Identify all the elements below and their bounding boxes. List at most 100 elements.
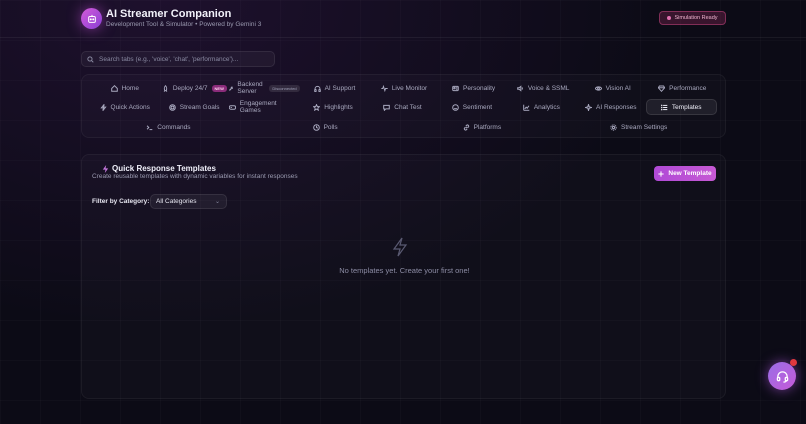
new-badge: NEW <box>211 84 227 92</box>
wrench-icon <box>229 85 234 91</box>
tab-label: Vision AI <box>605 84 631 92</box>
target-icon <box>168 103 176 111</box>
tab-home[interactable]: Home <box>90 80 160 96</box>
notification-dot <box>790 359 797 366</box>
connection-status-badge: Disconnected <box>269 84 300 92</box>
gem-icon <box>658 85 666 92</box>
status-badge-label: Simulation Ready <box>674 15 718 21</box>
home-icon <box>110 84 118 92</box>
chat-icon <box>383 104 391 111</box>
tab-label: Analytics <box>533 103 560 111</box>
tab-label: AI Responses <box>596 103 637 111</box>
tab-polls[interactable]: Polls <box>247 119 404 135</box>
support-fab-button[interactable] <box>768 362 796 390</box>
bolt-outline-icon <box>392 237 408 257</box>
gamepad-icon <box>228 104 236 110</box>
card-title: Quick Response Templates <box>112 164 216 173</box>
tab-label: Stream Goals <box>179 103 220 111</box>
tab-stream-goals[interactable]: Stream Goals <box>159 99 228 115</box>
list-icon <box>660 104 668 110</box>
tab-platforms[interactable]: Platforms <box>404 119 561 135</box>
gear-icon <box>610 123 617 131</box>
tab-label: Home <box>121 84 139 92</box>
new-template-label: New Template <box>668 170 712 177</box>
tab-personality[interactable]: Personality <box>439 80 509 96</box>
tab-analytics[interactable]: Analytics <box>507 99 576 115</box>
headphones-icon <box>313 85 321 92</box>
tab-label: Highlights <box>324 103 353 111</box>
user-card-icon <box>452 85 459 91</box>
tab-live-monitor[interactable]: Live Monitor <box>369 80 439 96</box>
empty-state-text: No templates yet. Create your first one! <box>339 266 470 275</box>
tab-label: Voice & SSML <box>527 84 570 92</box>
tab-label: Stream Settings <box>621 123 668 131</box>
tab-label: AI Support <box>324 84 356 92</box>
tab-voice-and-ssml[interactable]: Voice & SSML <box>508 80 578 96</box>
tab-label: Quick Actions <box>110 103 150 111</box>
tab-search[interactable] <box>81 51 275 67</box>
eye-icon <box>594 85 602 91</box>
simulation-status-badge: Simulation Ready <box>659 11 726 25</box>
app-subtitle: Development Tool & Simulator • Powered b… <box>106 21 262 28</box>
category-select[interactable]: All Categories ⌄ <box>150 194 227 209</box>
tab-stream-settings[interactable]: Stream Settings <box>560 119 717 135</box>
app-logo <box>81 8 102 29</box>
tab-ai-support[interactable]: AI Support <box>300 80 370 96</box>
plus-icon <box>658 170 664 177</box>
chart-icon <box>523 104 530 111</box>
tabs-panel: Home Deploy 24/7 NEW Backend Server Disconne… <box>81 74 726 138</box>
tab-label: Backend Server <box>237 81 263 95</box>
tab-templates[interactable]: Templates <box>645 99 717 115</box>
tab-vision-ai[interactable]: Vision AI <box>578 80 648 96</box>
tab-label: Commands <box>157 123 191 131</box>
headset-icon <box>776 370 788 383</box>
tab-ai-responses[interactable]: AI Responses <box>576 99 645 115</box>
tab-label: Live Monitor <box>391 84 428 92</box>
tab-commands[interactable]: Commands <box>90 119 247 135</box>
tab-performance[interactable]: Performance <box>647 80 717 96</box>
rocket-icon <box>163 84 168 92</box>
templates-card: Quick Response Templates Create reusable… <box>81 154 726 399</box>
search-icon <box>87 55 94 63</box>
link-icon <box>463 123 469 131</box>
chevron-down-icon: ⌄ <box>214 199 220 205</box>
new-template-button[interactable]: New Template <box>654 166 716 181</box>
tab-deploy-24-7[interactable]: Deploy 24/7 NEW <box>160 80 230 96</box>
bolt-icon <box>102 164 109 173</box>
sparkle-icon <box>585 103 593 111</box>
tab-label: Platforms <box>473 123 502 131</box>
tab-backend-server[interactable]: Backend Server Disconnected <box>229 80 300 96</box>
tab-chat-test[interactable]: Chat Test <box>368 99 437 115</box>
app-title: AI Streamer Companion <box>106 8 232 20</box>
tab-row-1: Home Deploy 24/7 NEW Backend Server Disconne… <box>90 80 717 96</box>
robot-icon <box>87 14 96 23</box>
status-dot-icon <box>667 16 672 20</box>
terminal-icon <box>146 124 153 130</box>
tab-label: Personality <box>463 84 496 92</box>
tab-label: Deploy 24/7 <box>172 84 208 92</box>
smile-icon <box>451 103 459 111</box>
activity-icon <box>381 84 388 92</box>
star-icon <box>313 103 321 111</box>
tab-label: Engagement Games <box>239 100 277 114</box>
speaker-icon <box>517 84 523 92</box>
tab-label: Sentiment <box>462 103 493 111</box>
bolt-icon <box>99 103 107 111</box>
category-select-value: All Categories <box>156 198 197 205</box>
tab-engagement-games[interactable]: Engagement Games <box>228 99 298 115</box>
card-subtitle: Create reusable templates with dynamic v… <box>92 173 298 180</box>
filter-label: Filter by Category: <box>92 198 150 205</box>
tab-quick-actions[interactable]: Quick Actions <box>90 99 159 115</box>
tab-highlights[interactable]: Highlights <box>298 99 367 115</box>
tab-label: Templates <box>671 103 702 111</box>
tab-row-3: Commands Polls Platforms Stream Settings <box>90 119 717 135</box>
tab-label: Polls <box>323 123 338 131</box>
card-title-wrap: Quick Response Templates <box>102 164 216 173</box>
tab-row-2: Quick Actions Stream Goals Engagement Game… <box>90 99 717 115</box>
clock-icon <box>312 123 320 131</box>
search-input[interactable] <box>99 55 269 63</box>
tab-sentiment[interactable]: Sentiment <box>437 99 506 115</box>
tab-label: Chat Test <box>394 103 422 111</box>
tab-label: Performance <box>669 84 707 92</box>
app-header: AI Streamer Companion Development Tool &… <box>0 0 806 38</box>
